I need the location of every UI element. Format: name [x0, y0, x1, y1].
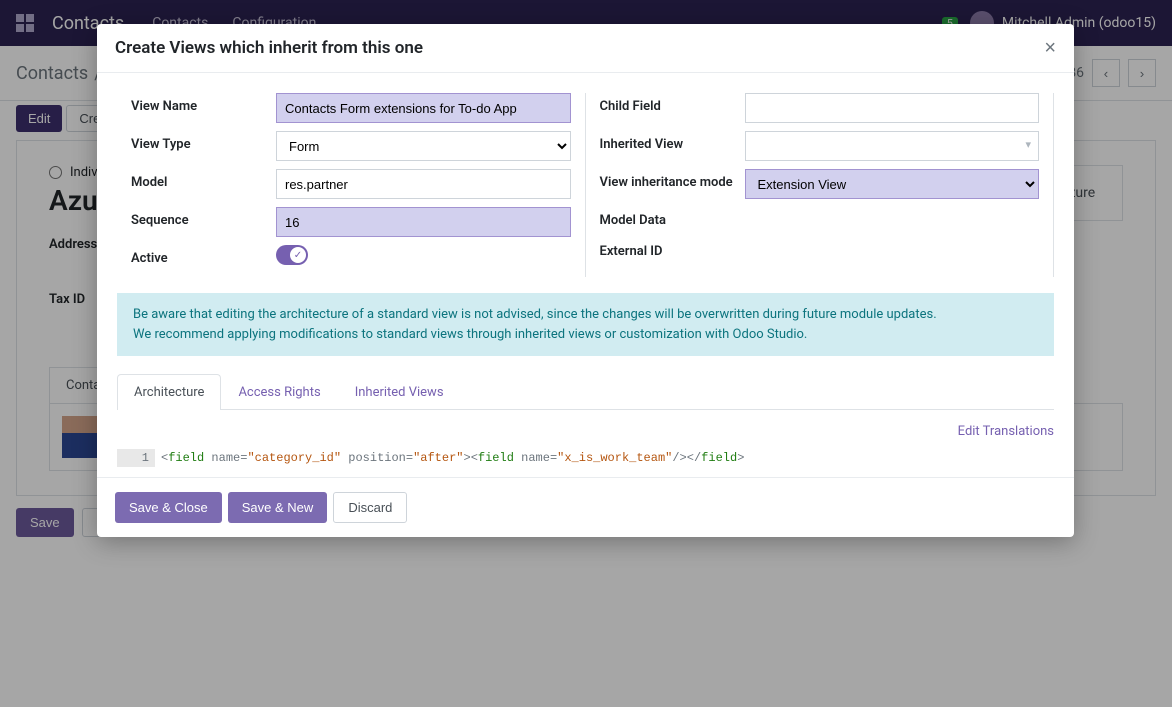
close-icon[interactable]: × [1044, 38, 1056, 58]
model-input[interactable] [276, 169, 571, 199]
code-editor[interactable]: 1 <field name="category_id" position="af… [117, 449, 1054, 467]
label-view-name: View Name [131, 93, 276, 116]
label-sequence: Sequence [131, 207, 276, 230]
view-name-input[interactable] [276, 93, 571, 123]
view-type-select[interactable]: Form [276, 131, 571, 161]
label-inherited-view: Inherited View [600, 131, 745, 154]
active-toggle[interactable] [276, 245, 308, 265]
tab-inherited-views[interactable]: Inherited Views [338, 374, 461, 410]
label-child-field: Child Field [600, 93, 745, 116]
inheritance-mode-select[interactable]: Extension View [745, 169, 1040, 199]
inherited-view-input[interactable] [745, 131, 1040, 161]
tabs: Architecture Access Rights Inherited Vie… [117, 374, 1054, 410]
child-field-input[interactable] [745, 93, 1040, 123]
modal-title: Create Views which inherit from this one [115, 38, 423, 58]
save-close-button[interactable]: Save & Close [115, 492, 222, 523]
sequence-input[interactable] [276, 207, 571, 237]
label-model-data: Model Data [600, 207, 745, 230]
label-active: Active [131, 245, 276, 268]
tab-access-rights[interactable]: Access Rights [221, 374, 337, 410]
label-inheritance-mode: View inheritance mode [600, 169, 745, 192]
save-new-button[interactable]: Save & New [228, 492, 328, 523]
info-alert: Be aware that editing the architecture o… [117, 293, 1054, 356]
label-view-type: View Type [131, 131, 276, 154]
edit-translations-link[interactable]: Edit Translations [958, 424, 1054, 439]
discard-button[interactable]: Discard [333, 492, 407, 523]
label-model: Model [131, 169, 276, 192]
alert-line-2: We recommend applying modifications to s… [133, 325, 1038, 345]
alert-line-1: Be aware that editing the architecture o… [133, 305, 1038, 325]
code-content[interactable]: <field name="category_id" position="afte… [155, 449, 750, 467]
tab-architecture[interactable]: Architecture [117, 374, 221, 410]
label-external-id: External ID [600, 238, 745, 261]
modal-dialog: Create Views which inherit from this one… [97, 24, 1074, 537]
line-number: 1 [117, 449, 155, 467]
